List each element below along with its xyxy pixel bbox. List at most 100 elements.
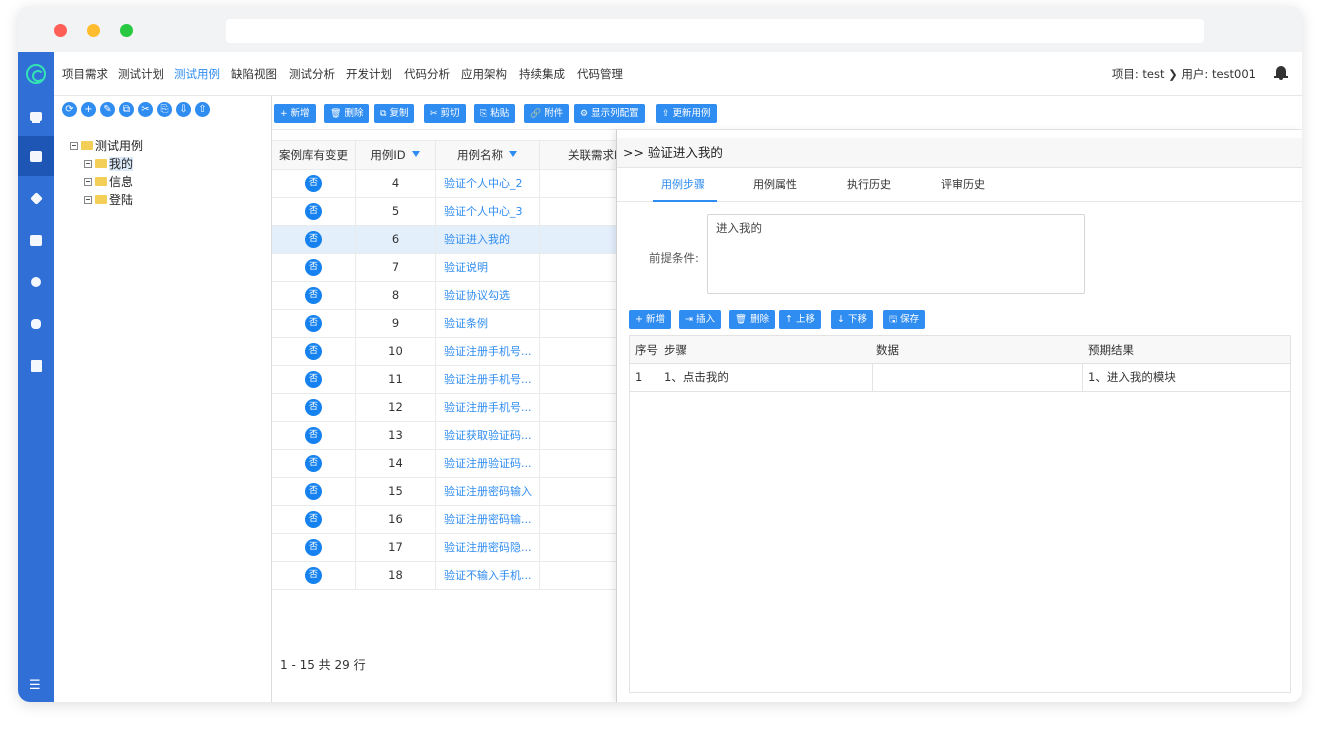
case-name-link[interactable]: 验证个人中心_2 <box>436 170 540 197</box>
nav-item-dev-plan[interactable]: 开发计划 <box>346 52 392 96</box>
expand-icon[interactable] <box>84 195 92 204</box>
case-name-link[interactable]: 验证注册验证码... <box>436 450 540 477</box>
table-row[interactable]: 否 14 验证注册验证码... <box>272 450 616 478</box>
edit-icon[interactable]: ✎ <box>100 102 115 117</box>
paste-case-button[interactable]: ⎘ 粘贴 <box>474 104 516 123</box>
case-name-link[interactable]: 验证不输入手机... <box>436 562 540 589</box>
insert-step-button[interactable]: ⇥ 插入 <box>679 310 722 329</box>
nav-item-app-architecture[interactable]: 应用架构 <box>461 52 507 96</box>
nav-item-test-case[interactable]: 测试用例 <box>174 52 220 96</box>
delete-step-button[interactable]: 🗑 删除 <box>729 310 776 329</box>
menu-icon[interactable]: ☰ <box>29 679 43 692</box>
case-name-link[interactable]: 验证注册密码输入 <box>436 478 540 505</box>
expand-icon[interactable] <box>84 177 92 186</box>
nav-item-ci[interactable]: 持续集成 <box>519 52 565 96</box>
filter-icon[interactable] <box>411 150 421 159</box>
project-user-info[interactable]: 项目: test ❯ 用户: test001 <box>1112 52 1256 96</box>
case-name-link[interactable]: 验证协议勾选 <box>436 282 540 309</box>
table-row[interactable]: 否 9 验证条例 <box>272 310 616 338</box>
case-name-link[interactable]: 验证注册手机号... <box>436 366 540 393</box>
nav-item-test-analysis[interactable]: 测试分析 <box>289 52 335 96</box>
rail-layers[interactable] <box>18 178 54 218</box>
rail-database[interactable] <box>18 304 54 344</box>
column-config-button[interactable]: ⚙ 显示列配置 <box>574 104 645 123</box>
bell-icon[interactable] <box>1274 66 1288 80</box>
add-step-button[interactable]: + 新增 <box>629 310 672 329</box>
nav-item-defect-view[interactable]: 缺陷视图 <box>231 52 277 96</box>
table-row[interactable]: 否 12 验证注册手机号... <box>272 394 616 422</box>
nav-item-requirements[interactable]: 项目需求 <box>62 52 108 96</box>
table-row[interactable]: 否 15 验证注册密码输入 <box>272 478 616 506</box>
add-icon[interactable]: + <box>81 102 96 117</box>
nav-item-code-management[interactable]: 代码管理 <box>577 52 623 96</box>
cut-case-button[interactable]: ✂ 剪切 <box>424 104 466 123</box>
minimize-window-button[interactable] <box>87 24 100 37</box>
close-window-button[interactable] <box>54 24 67 37</box>
table-row[interactable]: 否 18 验证不输入手机... <box>272 562 616 590</box>
tab-review-history[interactable]: 评审历史 <box>941 168 985 202</box>
case-name-link[interactable]: 验证注册手机号... <box>436 394 540 421</box>
tree-node-root[interactable]: 测试用例 <box>70 138 143 154</box>
export-icon[interactable]: ⇧ <box>195 102 210 117</box>
save-steps-button[interactable]: 🖫 保存 <box>883 310 926 329</box>
filter-icon[interactable] <box>509 150 518 159</box>
step-text[interactable]: 1、点击我的 <box>664 364 729 391</box>
tab-execution-history[interactable]: 执行历史 <box>847 168 891 202</box>
add-case-button[interactable]: + 新增 <box>274 104 316 123</box>
rail-test-case[interactable] <box>18 136 54 176</box>
rail-book[interactable] <box>18 346 54 386</box>
table-row[interactable]: 否 16 验证注册密码输... <box>272 506 616 534</box>
case-name-link[interactable]: 验证注册密码隐... <box>436 534 540 561</box>
case-name-link[interactable]: 验证注册密码输... <box>436 506 540 533</box>
table-row[interactable]: 否 11 验证注册手机号... <box>272 366 616 394</box>
table-row[interactable]: 否 6 验证进入我的 <box>272 226 616 254</box>
paste-icon[interactable]: ⎘ <box>157 102 172 117</box>
table-row[interactable]: 否 7 验证说明 <box>272 254 616 282</box>
refresh-icon[interactable]: ⟳ <box>62 102 77 117</box>
column-header-expected: 预期结果 <box>1088 343 1134 357</box>
table-row[interactable]: 否 10 验证注册手机号... <box>272 338 616 366</box>
rail-print[interactable] <box>18 220 54 260</box>
move-up-button[interactable]: ↑ 上移 <box>779 310 822 329</box>
rail-clock[interactable] <box>18 262 54 302</box>
attachment-button[interactable]: 🔗 附件 <box>524 104 570 123</box>
case-name-link[interactable]: 验证进入我的 <box>436 226 540 253</box>
import-icon[interactable]: ⇩ <box>176 102 191 117</box>
cut-icon[interactable]: ✂ <box>138 102 153 117</box>
table-row[interactable]: 否 8 验证协议勾选 <box>272 282 616 310</box>
case-name-link[interactable]: 验证注册手机号... <box>436 338 540 365</box>
column-header-requirement[interactable]: 关联需求I <box>540 141 616 169</box>
rail-monitor[interactable] <box>18 96 54 136</box>
move-down-button[interactable]: ↓ 下移 <box>831 310 874 329</box>
maximize-window-button[interactable] <box>120 24 133 37</box>
case-name-link[interactable]: 验证说明 <box>436 254 540 281</box>
table-row[interactable]: 否 5 验证个人中心_3 <box>272 198 616 226</box>
precondition-field[interactable]: 进入我的 <box>707 214 1085 294</box>
address-bar[interactable] <box>226 19 1204 43</box>
step-expected[interactable]: 1、进入我的模块 <box>1088 364 1176 391</box>
nav-item-test-plan[interactable]: 测试计划 <box>118 52 164 96</box>
nav-item-code-analysis[interactable]: 代码分析 <box>404 52 450 96</box>
tree-node-mine[interactable]: 我的 <box>84 156 134 172</box>
case-name-link[interactable]: 验证获取验证码... <box>436 422 540 449</box>
case-name-link[interactable]: 验证条例 <box>436 310 540 337</box>
case-name-link[interactable]: 验证个人中心_3 <box>436 198 540 225</box>
tree-node-login[interactable]: 登陆 <box>84 192 133 208</box>
tree-node-info[interactable]: 信息 <box>84 174 133 190</box>
tab-properties[interactable]: 用例属性 <box>753 168 797 202</box>
copy-icon[interactable]: ⧉ <box>119 102 134 117</box>
step-row[interactable]: 1 1、点击我的 1、进入我的模块 <box>630 364 1290 392</box>
copy-case-button[interactable]: ⧉ 复制 <box>374 104 415 123</box>
update-case-button[interactable]: ⇪ 更新用例 <box>656 104 717 123</box>
column-header-id[interactable]: 用例ID <box>356 141 436 169</box>
table-row[interactable]: 否 17 验证注册密码隐... <box>272 534 616 562</box>
delete-case-button[interactable]: 🗑 删除 <box>324 104 370 123</box>
tab-steps[interactable]: 用例步骤 <box>661 168 705 202</box>
detail-title[interactable]: >> 验证进入我的 <box>623 138 723 168</box>
table-row[interactable]: 否 13 验证获取验证码... <box>272 422 616 450</box>
table-row[interactable]: 否 4 验证个人中心_2 <box>272 170 616 198</box>
collapse-icon[interactable] <box>84 159 92 168</box>
column-header-name[interactable]: 用例名称 <box>436 141 540 169</box>
column-header-changed[interactable]: 案例库有变更 <box>272 141 356 169</box>
collapse-icon[interactable] <box>70 141 78 150</box>
